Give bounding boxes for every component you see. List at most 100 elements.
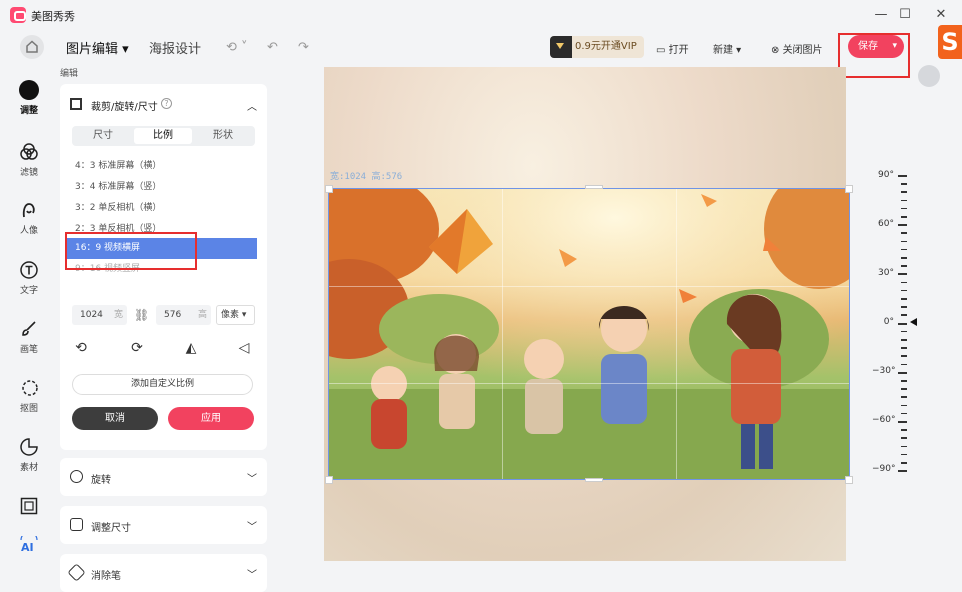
- height-unit: 高: [197, 310, 207, 320]
- accordion-resize[interactable]: 调整尺寸 ﹀: [60, 506, 267, 544]
- accordion-label: 调整尺寸: [91, 523, 131, 534]
- history-icon[interactable]: ⟲ ˅: [226, 40, 248, 55]
- unit-select[interactable]: 像素 ▾: [216, 305, 255, 325]
- ruler-tick: [901, 412, 907, 415]
- nav-item-text[interactable]: 文字: [0, 260, 58, 296]
- close-image-button[interactable]: ⊗ 关闭图片: [771, 41, 823, 56]
- ruler-tick: [901, 363, 907, 366]
- nav-item-adjust[interactable]: 调整: [0, 80, 58, 116]
- nav-item-filter[interactable]: 滤镜: [0, 142, 58, 178]
- nav-item-cutout[interactable]: 抠图: [0, 378, 58, 414]
- portrait-icon: [22, 203, 35, 218]
- crop-handle-top-left[interactable]: [325, 185, 333, 193]
- ruler-label: −90°: [872, 464, 896, 474]
- ruler-tick: [901, 453, 907, 456]
- tab-image-edit[interactable]: 图片编辑 ▾: [66, 38, 129, 57]
- nav-item-ai[interactable]: AI: [0, 536, 58, 559]
- ruler-tick: [901, 462, 907, 464]
- panel-section-label: 编辑: [60, 69, 79, 79]
- home-button[interactable]: [20, 35, 44, 59]
- link-icon[interactable]: ⛓: [134, 308, 149, 322]
- ruler-tick: [901, 445, 907, 448]
- filter-icon: [20, 143, 38, 160]
- home-icon: [26, 40, 38, 53]
- chevron-up-icon[interactable]: ︿: [247, 98, 257, 113]
- open-label: 打开: [668, 45, 689, 56]
- ruler-tick: [901, 380, 907, 382]
- ruler-tick: [901, 289, 907, 292]
- vip-button[interactable]: 0.9元开通VIP: [550, 36, 644, 58]
- ruler-tick: [898, 470, 907, 473]
- tab-ratio[interactable]: 比例: [134, 128, 192, 144]
- tab-image-edit-label: 图片编辑: [66, 42, 119, 57]
- crop-handle-bottom-left[interactable]: [325, 476, 333, 484]
- nav-item-frame[interactable]: [0, 496, 58, 519]
- ruler-label: −60°: [872, 415, 896, 425]
- tab-size[interactable]: 尺寸: [74, 128, 132, 144]
- crop-handle-bottom[interactable]: [585, 478, 603, 482]
- ruler-tick: [901, 339, 907, 341]
- ruler-tick: [901, 257, 907, 259]
- ai-icon: AI: [20, 536, 38, 554]
- ruler-tick: [901, 232, 907, 234]
- avatar[interactable]: [918, 65, 940, 87]
- minimize-button[interactable]: —: [872, 6, 890, 24]
- ruler-tick: [898, 273, 907, 276]
- crop-icon: [70, 98, 82, 110]
- nav-label: 文字: [19, 286, 38, 296]
- tab-shape[interactable]: 形状: [194, 128, 252, 144]
- tab-poster-design[interactable]: 海报设计: [149, 38, 201, 57]
- apply-button[interactable]: 应用: [168, 407, 254, 430]
- chevron-down-icon: ﹀: [247, 570, 257, 581]
- flip-vertical-icon[interactable]: ◁: [235, 339, 253, 357]
- ruler-label: −30°: [872, 366, 896, 376]
- height-field[interactable]: 576 高: [156, 305, 211, 325]
- crop-handle-top[interactable]: [585, 185, 603, 189]
- ratio-highlight-box: [65, 232, 197, 270]
- adjust-icon: [19, 80, 39, 100]
- crop-box[interactable]: [328, 188, 850, 480]
- ratio-item[interactable]: 4：3 标准屏幕（横）: [65, 156, 257, 177]
- width-field[interactable]: 1024 宽: [72, 305, 127, 325]
- resize-icon: [70, 518, 83, 531]
- rotate-right-icon[interactable]: ⟳: [128, 339, 146, 357]
- crop-size-readout: 宽:1024 高:576: [330, 172, 403, 182]
- title-bar: 美图秀秀 — ☐ ✕: [0, 0, 962, 30]
- new-button[interactable]: 新建 ▾: [713, 41, 741, 56]
- ratio-item[interactable]: 3：2 单反相机（横）: [65, 198, 257, 219]
- crop-handle-top-right[interactable]: [845, 185, 853, 193]
- ruler-tick: [898, 421, 907, 423]
- crop-handle-bottom-right[interactable]: [845, 476, 853, 484]
- nav-item-portrait[interactable]: 人像: [0, 200, 58, 236]
- maximize-button[interactable]: ☐: [896, 6, 914, 24]
- flip-horizontal-icon[interactable]: ◭: [182, 339, 200, 357]
- accordion-eraser[interactable]: 消除笔 ﹀: [60, 554, 267, 592]
- ruler-tick: [898, 371, 907, 374]
- help-icon[interactable]: ?: [161, 98, 172, 109]
- cancel-button[interactable]: 取消: [72, 407, 158, 430]
- rotation-ruler[interactable]: 90° 60° 30° 0° −30° −60° −90°: [872, 170, 932, 476]
- accordion-rotate[interactable]: 旋转 ﹀: [60, 458, 267, 496]
- accordion-label: 消除笔: [91, 571, 121, 582]
- nav-label: 素材: [19, 463, 38, 473]
- dimension-row: 1024 宽 ⛓ 576 高 像素 ▾: [72, 305, 255, 325]
- close-window-button[interactable]: ✕: [932, 6, 950, 24]
- chevron-down-icon: ﹀: [247, 474, 257, 485]
- unit-select-value: 像素: [221, 310, 240, 320]
- ruler-tick: [901, 265, 907, 267]
- redo-icon[interactable]: ↷: [298, 40, 309, 55]
- ruler-tick: [901, 199, 907, 202]
- left-nav: 调整 滤镜 人像 文字 画笔 抠图 素材 AI: [0, 64, 58, 586]
- cutout-icon: [22, 380, 38, 396]
- rotate-left-icon[interactable]: ⟲: [72, 339, 90, 357]
- undo-icon[interactable]: ↶: [267, 40, 278, 55]
- add-custom-ratio-button[interactable]: 添加自定义比例: [72, 374, 253, 395]
- ruler-tick: [898, 224, 907, 227]
- kids-kite-photo: [329, 189, 849, 479]
- crop-panel-header[interactable]: 裁剪/旋转/尺寸 ? ︿: [60, 84, 267, 122]
- nav-item-sticker[interactable]: 素材: [0, 437, 58, 473]
- open-button[interactable]: ▭ 打开: [656, 41, 689, 56]
- ratio-item[interactable]: 3：4 标准屏幕（竖）: [65, 177, 257, 198]
- ruler-tick: [901, 396, 907, 398]
- nav-item-brush[interactable]: 画笔: [0, 319, 58, 355]
